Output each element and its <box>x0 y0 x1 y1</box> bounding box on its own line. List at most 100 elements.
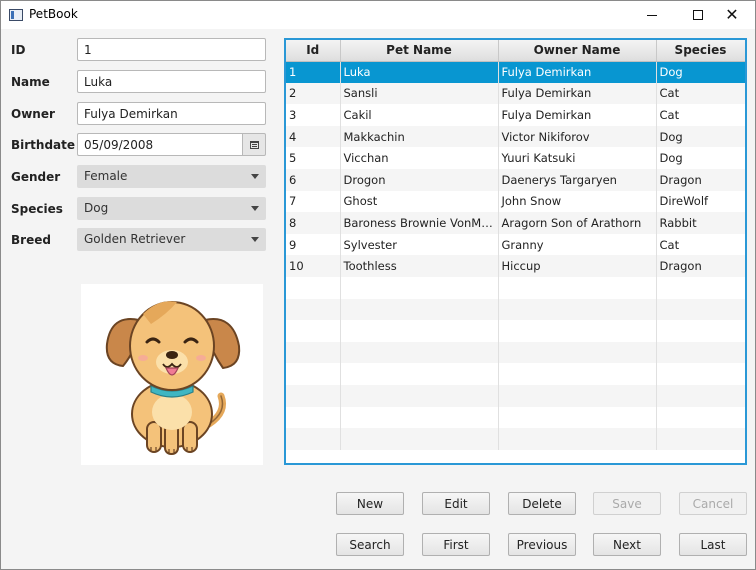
table-row[interactable]: 10 Toothless Hiccup Dragon <box>286 255 745 277</box>
species-select[interactable]: Dog <box>77 197 266 220</box>
new-button[interactable]: New <box>336 492 404 515</box>
pets-table[interactable]: Id Pet Name Owner Name Species 1 Luka Fuly… <box>284 38 747 465</box>
table-row[interactable]: 7 Ghost John Snow DireWolf <box>286 190 745 213</box>
empty-table-row <box>286 320 745 342</box>
column-header-id[interactable]: Id <box>286 40 341 62</box>
table-cell: Cat <box>656 82 745 105</box>
table-cell <box>340 298 499 321</box>
column-header-species[interactable]: Species <box>656 40 745 62</box>
breed-select[interactable]: Golden Retriever <box>77 228 266 251</box>
delete-button[interactable]: Delete <box>508 492 576 515</box>
table-cell: 4 <box>286 125 341 148</box>
table-cell <box>498 298 657 321</box>
table-cell <box>286 406 341 429</box>
table-cell <box>340 406 499 429</box>
table-cell: 8 <box>286 212 341 234</box>
table-cell: Dog <box>656 61 745 83</box>
table-cell: Fulya Demirkan <box>498 61 657 83</box>
table-cell: DireWolf <box>656 190 745 213</box>
table-cell <box>286 341 341 364</box>
table-cell: Granny <box>498 233 657 256</box>
empty-table-row <box>286 276 745 299</box>
table-cell: Cat <box>656 233 745 256</box>
date-picker-button[interactable] <box>242 133 266 156</box>
table-header-row: Id Pet Name Owner Name Species <box>286 40 745 62</box>
table-row[interactable]: 4 Makkachin Victor Nikiforov Dog <box>286 125 745 148</box>
table-cell <box>656 298 745 321</box>
table-row[interactable]: 9 Sylvester Granny Cat <box>286 233 745 256</box>
id-label: ID <box>11 43 26 57</box>
name-field[interactable] <box>77 70 266 93</box>
empty-table-row <box>286 406 745 429</box>
table-cell <box>340 428 499 450</box>
table-row[interactable]: 6 Drogon Daenerys Targaryen Dragon <box>286 168 745 191</box>
gender-select[interactable]: Female <box>77 165 266 188</box>
table-cell: 1 <box>286 61 341 83</box>
table-cell: 9 <box>286 233 341 256</box>
first-button[interactable]: First <box>422 533 490 556</box>
table-cell: 7 <box>286 190 341 213</box>
save-button[interactable]: Save <box>593 492 661 515</box>
gender-label: Gender <box>11 170 61 184</box>
table-row[interactable]: 3 Cakil Fulya Demirkan Cat <box>286 104 745 126</box>
table-cell: Sylvester <box>340 233 499 256</box>
search-button[interactable]: Search <box>336 533 404 556</box>
table-cell <box>340 363 499 385</box>
table-cell: 2 <box>286 82 341 105</box>
pet-photo <box>81 284 263 465</box>
breed-value: Golden Retriever <box>84 232 186 246</box>
table-row[interactable]: 5 Vicchan Yuuri Katsuki Dog <box>286 147 745 169</box>
empty-table-row <box>286 341 745 364</box>
table-cell: John Snow <box>498 190 657 213</box>
table-cell: Dragon <box>656 168 745 191</box>
table-cell: Drogon <box>340 168 499 191</box>
column-header-owner-name[interactable]: Owner Name <box>498 40 657 62</box>
owner-field[interactable] <box>77 102 266 125</box>
app-window: PetBook ✕ ID Name Owner Birthdate Gender… <box>0 0 756 570</box>
species-label: Species <box>11 202 63 216</box>
birthdate-field[interactable] <box>77 133 243 156</box>
table-row[interactable]: 1 Luka Fulya Demirkan Dog <box>286 61 745 83</box>
cancel-button[interactable]: Cancel <box>679 492 747 515</box>
table-row[interactable]: 8Baroness Brownie VonMarsh...Aragorn Son… <box>286 212 745 234</box>
window-title: PetBook <box>29 7 78 21</box>
empty-table-row <box>286 384 745 407</box>
table-cell: Cakil <box>340 104 499 126</box>
calendar-icon <box>249 140 259 149</box>
next-button[interactable]: Next <box>593 533 661 556</box>
table-cell: Sansli <box>340 82 499 105</box>
table-cell: Yuuri Katsuki <box>498 147 657 169</box>
table-cell: 3 <box>286 104 341 126</box>
table-cell: Dog <box>656 147 745 169</box>
title-bar: PetBook ✕ <box>1 1 755 29</box>
table-cell: 10 <box>286 255 341 277</box>
table-cell: Dog <box>656 125 745 148</box>
chevron-down-icon <box>251 206 259 211</box>
minimize-button[interactable] <box>629 1 675 29</box>
close-icon: ✕ <box>725 5 739 24</box>
gender-value: Female <box>84 169 128 183</box>
table-cell <box>286 384 341 407</box>
edit-button[interactable]: Edit <box>422 492 490 515</box>
column-header-pet-name[interactable]: Pet Name <box>340 40 499 62</box>
table-cell <box>498 406 657 429</box>
table-cell <box>340 276 499 299</box>
table-cell: Fulya Demirkan <box>498 82 657 105</box>
last-button[interactable]: Last <box>679 533 747 556</box>
table-cell: Toothless <box>340 255 499 277</box>
species-value: Dog <box>84 201 109 215</box>
close-button[interactable]: ✕ <box>709 1 755 29</box>
table-cell: Vicchan <box>340 147 499 169</box>
dog-illustration <box>105 301 241 455</box>
id-field[interactable] <box>77 38 266 61</box>
previous-button[interactable]: Previous <box>508 533 576 556</box>
table-cell <box>498 276 657 299</box>
name-label: Name <box>11 75 50 89</box>
table-row[interactable]: 2 Sansli Fulya Demirkan Cat <box>286 82 745 105</box>
table-cell <box>656 320 745 342</box>
empty-table-row <box>286 298 745 321</box>
table-cell <box>286 298 341 321</box>
table-cell <box>656 363 745 385</box>
table-cell: 5 <box>286 147 341 169</box>
chevron-down-icon <box>251 237 259 242</box>
